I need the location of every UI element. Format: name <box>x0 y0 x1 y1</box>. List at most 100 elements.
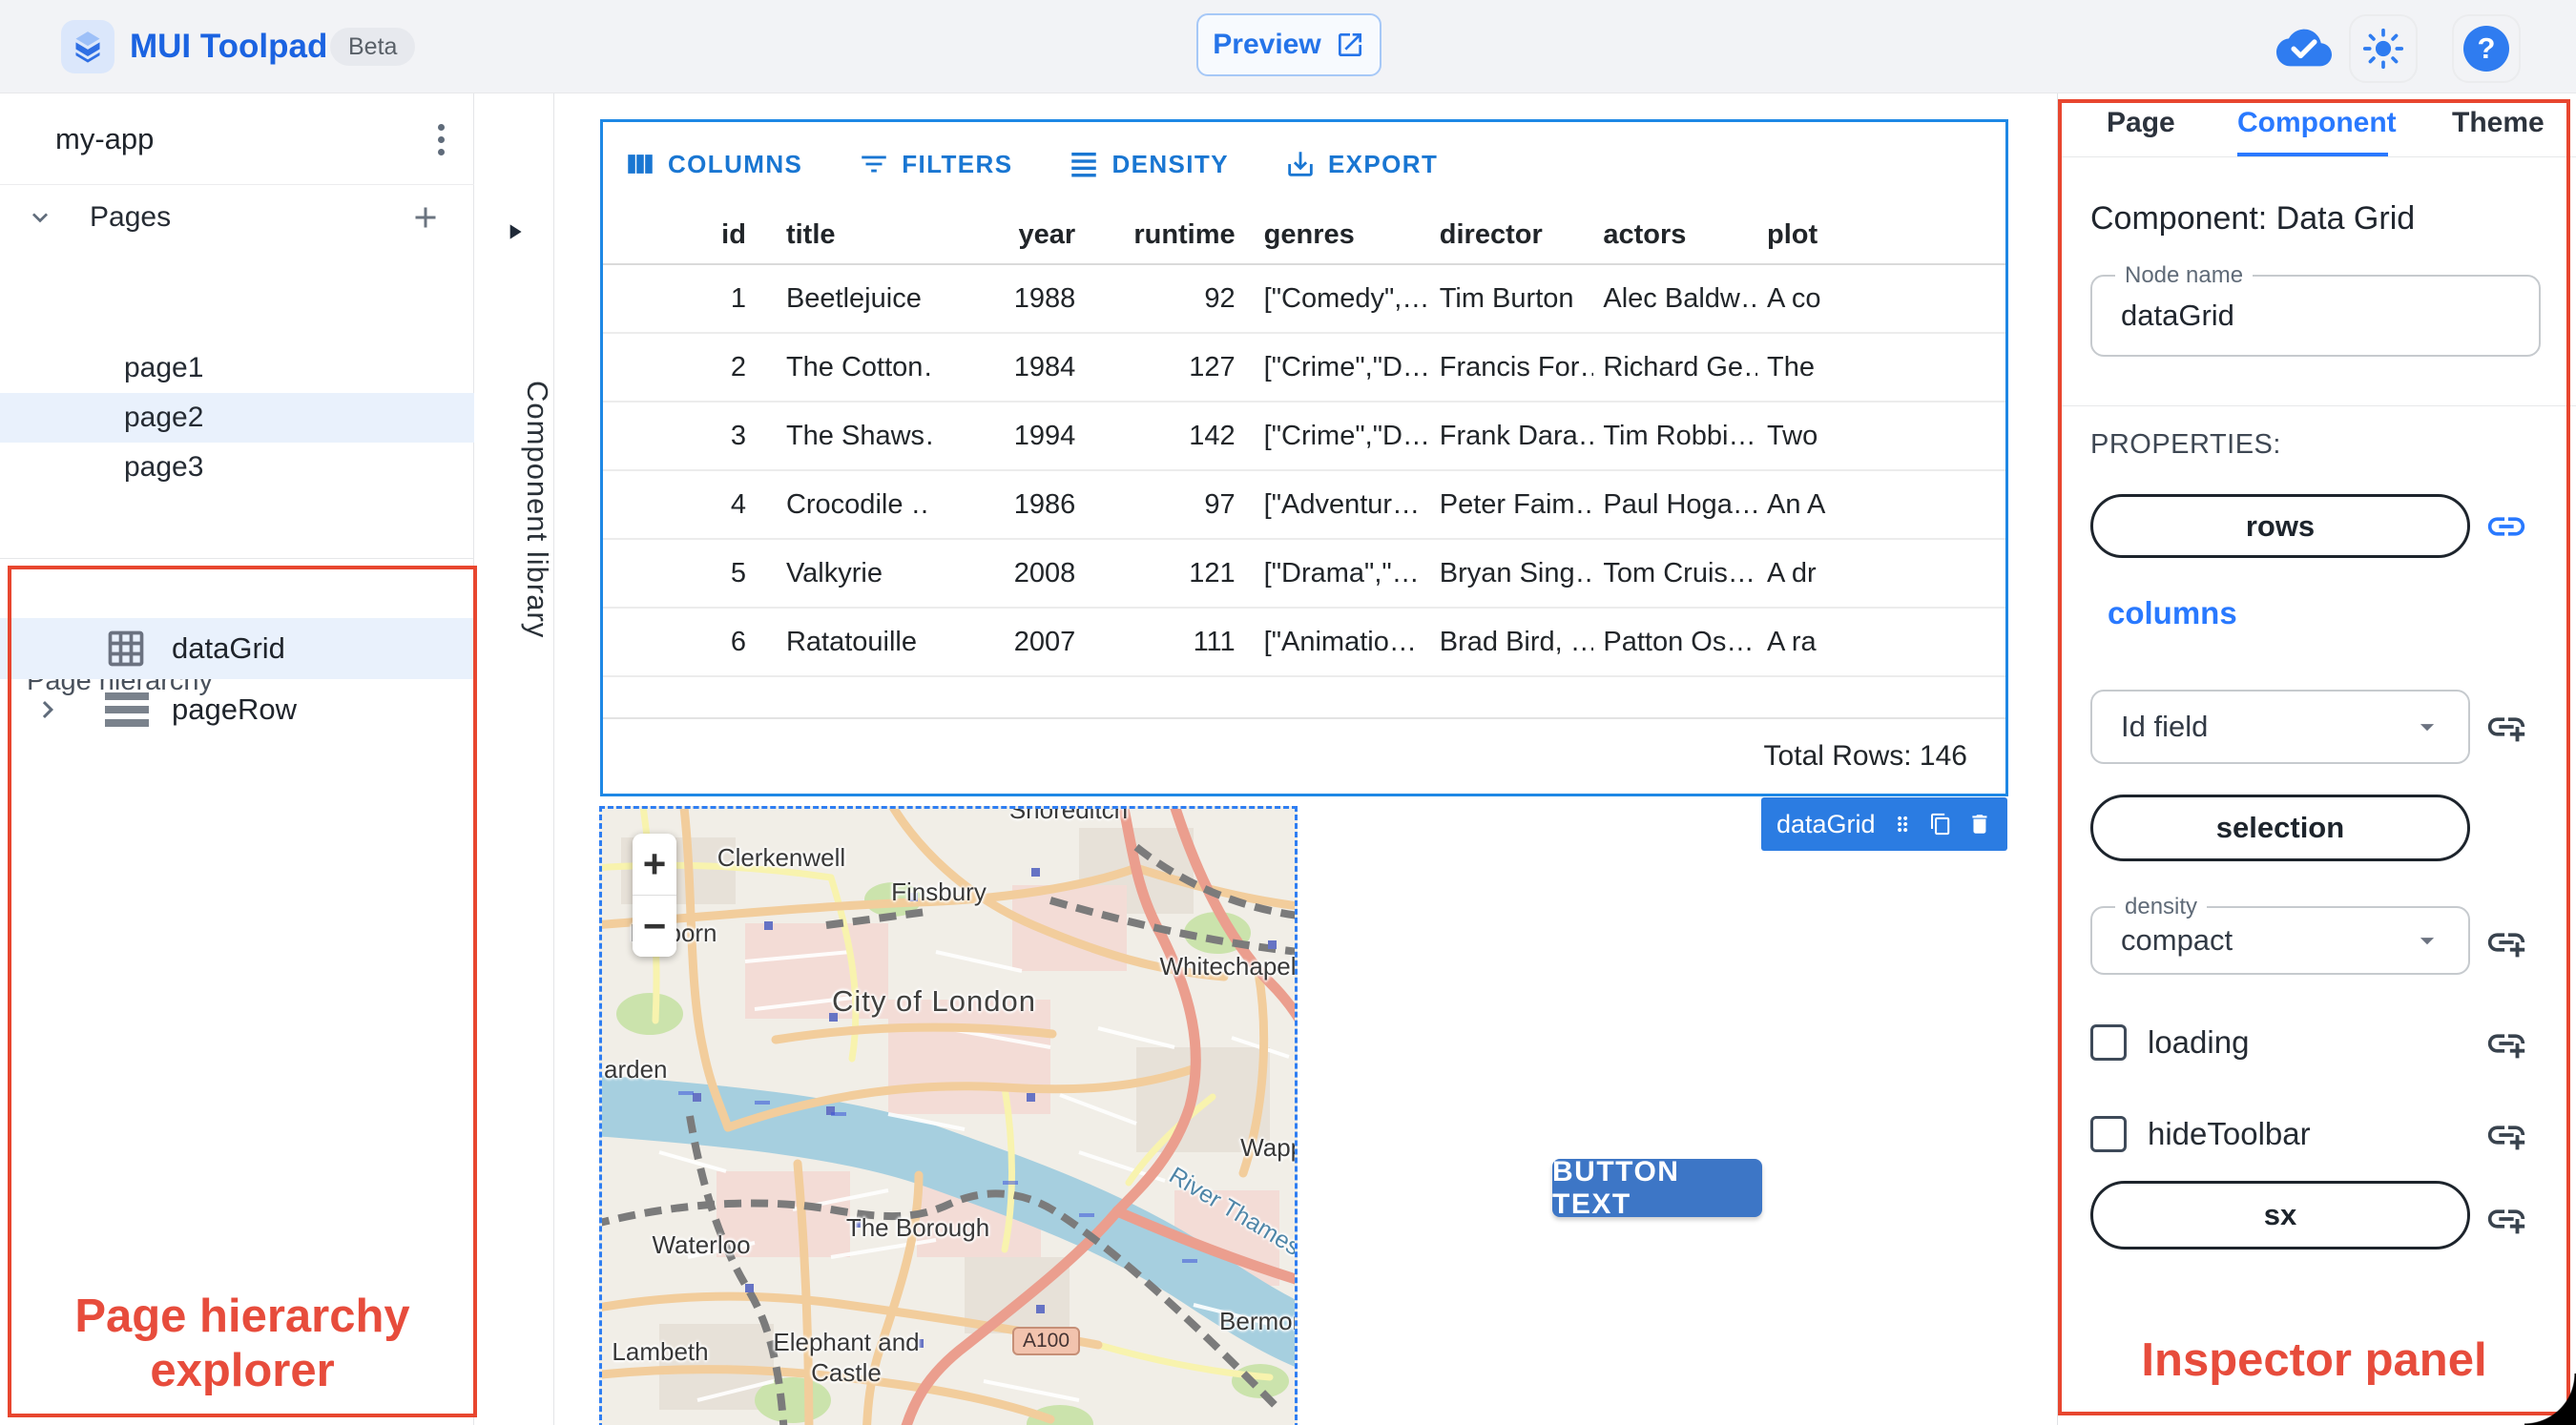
sidebar-item-page2[interactable]: page2 <box>0 393 474 443</box>
properties-label: PROPERTIES: <box>2090 429 2281 460</box>
sidebar-item-page3[interactable]: page3 <box>0 443 474 492</box>
map-label: Clerkenwell <box>717 843 846 872</box>
loading-checkbox[interactable] <box>2090 1024 2127 1061</box>
cell-director: Tim Burton <box>1439 282 1574 314</box>
map-label: arden <box>604 1055 668 1084</box>
add-binding-icon[interactable] <box>2483 704 2529 750</box>
pages-section-header: Pages <box>0 187 474 248</box>
tab-page[interactable]: Page <box>2107 107 2175 139</box>
hierarchy-annotation-label: Page hierarchy explorer <box>74 1291 410 1397</box>
column-header-genres[interactable]: genres <box>1255 206 1430 263</box>
sidebar-item-page1[interactable]: page1 <box>0 343 474 393</box>
density-button[interactable]: DENSITY <box>1058 140 1237 188</box>
column-header-actors[interactable]: actors <box>1593 206 1757 263</box>
cell-runtime: 97 <box>1204 488 1236 520</box>
add-binding-icon[interactable] <box>2483 1112 2529 1158</box>
hierarchy-item-label: dataGrid <box>172 631 285 665</box>
hidetoolbar-checkbox[interactable] <box>2090 1116 2127 1152</box>
pages-label: Pages <box>90 201 172 233</box>
datagrid-component[interactable]: COLUMNS FILTERS DENSITY EXPORT id title … <box>600 119 2008 796</box>
cell-actors: Patton Os… <box>1603 626 1755 657</box>
add-binding-icon[interactable] <box>2483 1196 2529 1242</box>
density-select[interactable]: density compact <box>2090 894 2470 975</box>
project-name: my-app <box>55 122 155 155</box>
table-row[interactable]: 3 The Shaws… 1994 142 ["Crime","D… Frank… <box>603 403 2005 471</box>
cloud-synced-icon <box>2276 29 2332 67</box>
cell-title: Valkyrie <box>785 557 883 589</box>
column-header-year[interactable]: year <box>931 206 1086 263</box>
column-header-director[interactable]: director <box>1430 206 1594 263</box>
table-row[interactable]: 1 Beetlejuice 1988 92 ["Comedy",… Tim Bu… <box>603 265 2005 334</box>
chevron-right-icon[interactable] <box>31 692 65 727</box>
table-row[interactable]: 4 Crocodile … 1986 97 ["Adventur… Peter … <box>603 471 2005 540</box>
bound-link-icon[interactable] <box>2483 504 2529 549</box>
component-library-panel[interactable]: Component library <box>474 93 554 1425</box>
cell-plot: An A <box>1767 488 1826 520</box>
rows-property-button[interactable]: rows <box>2090 494 2470 558</box>
datagrid-toolbar: COLUMNS FILTERS DENSITY EXPORT <box>603 122 2005 206</box>
selection-property-button[interactable]: selection <box>2090 795 2470 861</box>
column-header-title[interactable]: title <box>777 206 931 263</box>
table-row[interactable]: 5 Valkyrie 2008 121 ["Drama","… Bryan Si… <box>603 540 2005 609</box>
table-row[interactable]: 2 The Cotton… 1984 127 ["Crime","D… Fran… <box>603 334 2005 403</box>
cell-plot: Two <box>1767 420 1818 451</box>
duplicate-icon[interactable] <box>1929 810 1952 838</box>
tab-theme[interactable]: Theme <box>2452 107 2545 139</box>
project-menu-button[interactable] <box>418 116 464 162</box>
columns-button[interactable]: COLUMNS <box>614 140 812 188</box>
drag-handle-icon[interactable] <box>1891 810 1914 838</box>
row-layout-icon <box>105 692 149 727</box>
map-label: Lambeth <box>612 1337 709 1366</box>
cell-id: 5 <box>730 557 746 589</box>
add-binding-icon[interactable] <box>2483 1021 2529 1066</box>
map-label: Castle <box>811 1358 882 1387</box>
download-icon <box>1288 152 1313 176</box>
inspector-annotation-label: Inspector panel <box>2141 1334 2487 1386</box>
cell-actors: Tom Cruis… <box>1603 557 1755 589</box>
expand-panel-icon[interactable] <box>502 219 527 244</box>
cell-actors: Richard Ge… <box>1603 351 1758 382</box>
cell-id: 3 <box>730 420 746 451</box>
component-library-label: Component library <box>521 380 554 639</box>
chevron-down-icon[interactable] <box>25 202 55 233</box>
cell-runtime: 92 <box>1204 282 1236 314</box>
map-label: Whitechapel <box>1159 952 1297 981</box>
cell-genres: ["Animatio… <box>1263 626 1417 657</box>
export-button-label: EXPORT <box>1327 149 1439 178</box>
node-name-input[interactable] <box>2092 299 2455 333</box>
cell-plot: A ra <box>1767 626 1817 657</box>
button-component[interactable]: BUTTON TEXT <box>1552 1156 1762 1220</box>
cell-genres: ["Adventur… <box>1263 488 1421 520</box>
columns-property-link[interactable]: columns <box>2108 595 2237 631</box>
hierarchy-item-pagerow[interactable]: pageRow <box>0 679 474 740</box>
export-button[interactable]: EXPORT <box>1275 140 1447 188</box>
node-name-field[interactable]: Node name <box>2090 262 2541 357</box>
table-row[interactable]: 6 Ratatouille 2007 111 ["Animatio… Brad … <box>603 609 2005 677</box>
add-page-button[interactable] <box>408 200 443 235</box>
id-field-select[interactable]: Id field <box>2090 690 2470 764</box>
theme-toggle-button[interactable] <box>2349 14 2418 83</box>
tab-component[interactable]: Component <box>2237 107 2397 139</box>
cell-genres: ["Crime","D… <box>1263 351 1430 382</box>
map-label: City of London <box>832 984 1036 1018</box>
column-header-plot[interactable]: plot <box>1757 206 2005 263</box>
column-header-runtime[interactable]: runtime <box>1085 206 1254 263</box>
zoom-out-button[interactable]: − <box>633 896 676 957</box>
preview-button[interactable]: Preview <box>1196 13 1381 76</box>
map-component[interactable]: Shoreditch Clerkenwell Finsbury Holborn … <box>599 806 1298 1425</box>
delete-icon[interactable] <box>1967 809 1992 839</box>
cell-title: Crocodile … <box>785 488 931 520</box>
density-value: compact <box>2121 923 2233 957</box>
selected-component-toolbar[interactable]: dataGrid <box>1761 797 2007 851</box>
filters-button[interactable]: FILTERS <box>848 140 1022 188</box>
hierarchy-item-datagrid[interactable]: dataGrid <box>0 618 474 679</box>
datagrid-footer: Total Rows: 146 <box>603 717 2005 794</box>
help-button[interactable]: ? <box>2452 14 2521 83</box>
cell-genres: ["Crime","D… <box>1263 420 1430 451</box>
zoom-in-button[interactable]: + <box>633 834 676 895</box>
add-binding-icon[interactable] <box>2483 919 2529 965</box>
sx-property-button[interactable]: sx <box>2090 1181 2470 1249</box>
map-label: Finsbury <box>891 878 987 906</box>
column-header-id[interactable]: id <box>603 206 777 263</box>
density-label: density <box>2115 894 2208 920</box>
